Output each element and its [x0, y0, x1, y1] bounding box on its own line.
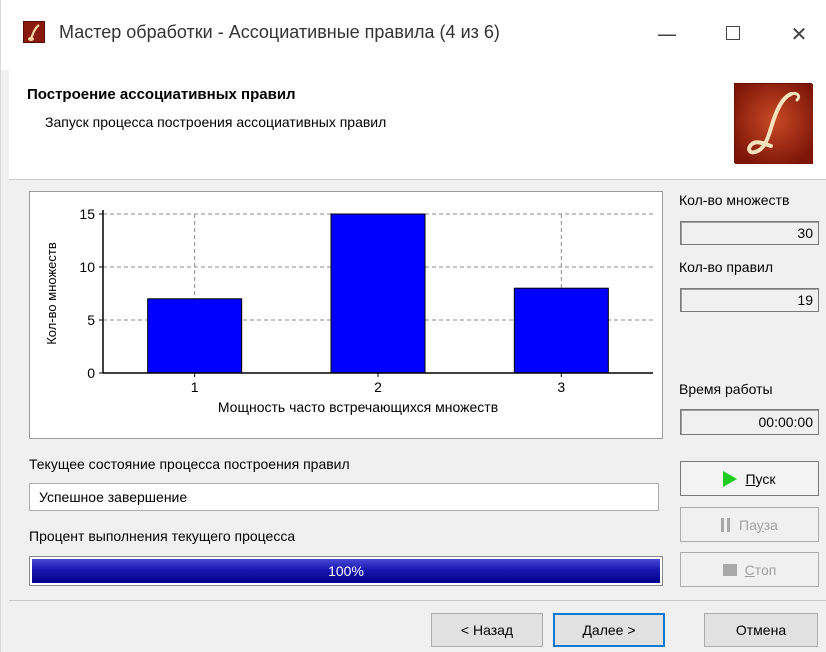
pause-button[interactable]: Пауза [680, 507, 819, 542]
wizard-window: Мастер обработки - Ассоциативные правила… [0, 0, 826, 652]
x-tick-label: 1 [191, 379, 199, 395]
minimize-icon[interactable]: — [647, 18, 687, 50]
app-icon [23, 21, 45, 43]
window-title: Мастер обработки - Ассоциативные правила… [59, 22, 500, 42]
start-button[interactable]: Пуск [680, 461, 819, 496]
elapsed-time-value: 00:00:00 [680, 409, 819, 435]
play-icon [723, 470, 738, 487]
progress-fill: 100% [32, 559, 660, 583]
y-tick-label: 15 [79, 206, 95, 222]
stop-button[interactable]: Стоп [680, 552, 819, 587]
state-label: Текущее состояние процесса построения пр… [29, 456, 350, 472]
page-subtitle: Запуск процесса построения ассоциативных… [45, 114, 387, 130]
y-axis-label: Кол-во множеств [44, 242, 59, 345]
stop-button-label: Стоп [744, 561, 777, 578]
stop-icon [722, 563, 737, 576]
progress-text: 100% [328, 563, 364, 579]
close-icon[interactable]: ✕ [779, 18, 819, 50]
x-axis-label: Мощность часто встречающихся множеств [218, 399, 498, 415]
y-tick-label: 10 [79, 259, 95, 275]
cancel-button[interactable]: Отмена [704, 613, 818, 647]
logo [734, 83, 813, 164]
x-tick-label: 2 [374, 379, 382, 395]
y-tick-label: 5 [87, 312, 95, 328]
progress-bar: 100% [29, 556, 663, 586]
bar [330, 213, 426, 374]
sets-count-value: 30 [680, 221, 819, 245]
bar [147, 298, 243, 374]
y-tick-label: 0 [87, 365, 95, 381]
sets-count-label: Кол-во множеств [679, 192, 790, 208]
state-field: Успешное завершение [29, 483, 659, 511]
page-title: Построение ассоциативных правил [27, 86, 296, 103]
pause-icon [721, 517, 731, 532]
title-bar: Мастер обработки - Ассоциативные правила… [1, 0, 826, 70]
next-button[interactable]: Далее > [553, 613, 665, 647]
elapsed-time-label: Время работы [679, 381, 773, 397]
rules-count-value: 19 [680, 288, 819, 312]
start-button-label: Пуск [745, 470, 776, 487]
percent-label: Процент выполнения текущего процесса [29, 528, 296, 544]
footer-divider [9, 600, 826, 601]
x-tick-label: 3 [557, 379, 565, 395]
rules-count-label: Кол-во правил [679, 259, 774, 275]
bar-chart: 0 5 10 15 1 2 3 Мощность часто встречающихся мн… [44, 206, 653, 415]
bar [513, 287, 609, 374]
maximize-icon[interactable] [713, 18, 753, 50]
back-button[interactable]: < Назад [431, 613, 543, 647]
pause-button-label: Пауза [739, 516, 778, 533]
